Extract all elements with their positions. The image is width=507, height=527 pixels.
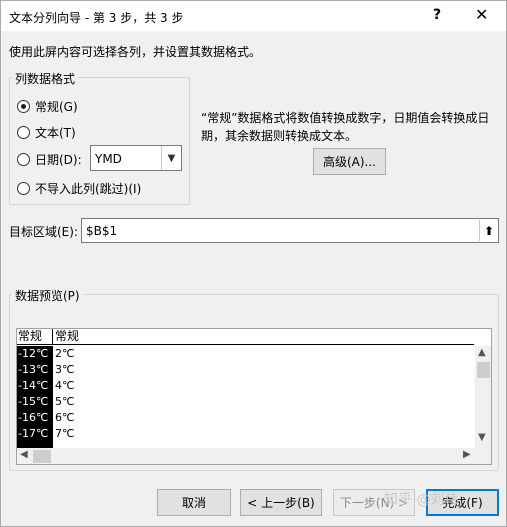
radio-text[interactable]: 文本(T) [17,124,76,141]
preview-cell: -12℃ [18,347,49,360]
preview-vertical-scrollbar[interactable]: ▲ ▼ [475,346,491,448]
scroll-thumb-vertical[interactable] [477,362,490,378]
preview-cell: 7℃ [55,427,75,440]
window-title: 文本分列向导 - 第 3 步，共 3 步 [9,11,184,25]
preview-cell: 2℃ [55,347,75,360]
radio-general-label: 常规(G) [35,100,78,114]
preview-cell: -13℃ [18,363,49,376]
preview-group-label: 数据预览(P) [12,287,83,304]
radio-text-indicator[interactable] [17,126,30,139]
preview-cell: 3℃ [55,363,75,376]
scroll-left-icon[interactable]: ◀ [20,449,28,460]
date-format-value: YMD [95,152,122,166]
radio-skip[interactable]: 不导入此列(跳过)(I) [17,180,141,197]
preview-header-col2[interactable]: 常规 [53,329,79,344]
destination-input[interactable]: $B$1 ⬆ [81,218,499,243]
preview-horizontal-scrollbar[interactable]: ◀ ▶ [17,448,475,464]
scroll-thumb-horizontal[interactable] [33,450,51,463]
radio-skip-indicator[interactable] [17,182,30,195]
radio-general-indicator[interactable] [17,100,30,113]
watermark-text: 知乎 @刘伟 [384,492,459,508]
preview-cell: 5℃ [55,395,75,408]
text-to-columns-wizard-window: 文本分列向导 - 第 3 步，共 3 步 ? ✕ 使用此屏内容可选择各列，并设置… [0,0,507,527]
scroll-up-icon[interactable]: ▲ [478,347,486,358]
scrollbar-corner [475,448,491,464]
cancel-button[interactable]: 取消 [157,489,231,516]
preview-cell: 6℃ [55,411,75,424]
scroll-down-icon[interactable]: ▼ [478,432,486,443]
scroll-right-icon[interactable]: ▶ [463,449,471,460]
destination-label: 目标区域(E): [9,225,78,239]
data-preview-grid[interactable]: 常规 常规 -12℃ 2℃ -13℃ 3℃ -14℃ 4℃ -15℃ 5℃ -1… [16,328,492,465]
intro-text: 使用此屏内容可选择各列，并设置其数据格式。 [9,45,262,59]
preview-cell: -15℃ [18,395,49,408]
preview-cell: 4℃ [55,379,75,392]
radio-general[interactable]: 常规(G) [17,98,78,115]
radio-skip-label: 不导入此列(跳过)(I) [35,182,142,196]
format-group-label: 列数据格式 [12,70,79,87]
preview-cell: -17℃ [18,427,49,440]
preview-header-col1[interactable]: 常规 [17,329,53,344]
radio-date[interactable]: 日期(D): [17,151,82,168]
preview-cell: -14℃ [18,379,49,392]
format-description: “常规”数据格式将数值转换成数字，日期值会转换成日期，其余数据则转换成文本。 [201,111,490,143]
chevron-down-icon[interactable]: ▼ [161,146,181,170]
back-button[interactable]: < 上一步(B) [240,489,322,516]
preview-cell: -16℃ [18,411,49,424]
advanced-button[interactable]: 高级(A)... [313,148,386,175]
title-bar: 文本分列向导 - 第 3 步，共 3 步 ? ✕ [1,1,506,31]
destination-value: $B$1 [86,224,118,238]
radio-date-label: 日期(D): [35,153,82,167]
preview-header-row: 常规 常规 [17,329,474,345]
close-icon[interactable]: ✕ [475,5,488,24]
radio-text-label: 文本(T) [35,126,76,140]
range-collapse-icon[interactable]: ⬆ [479,220,498,241]
date-format-select[interactable]: YMD ▼ [90,145,182,171]
radio-date-indicator[interactable] [17,153,30,166]
help-icon[interactable]: ? [433,7,441,23]
